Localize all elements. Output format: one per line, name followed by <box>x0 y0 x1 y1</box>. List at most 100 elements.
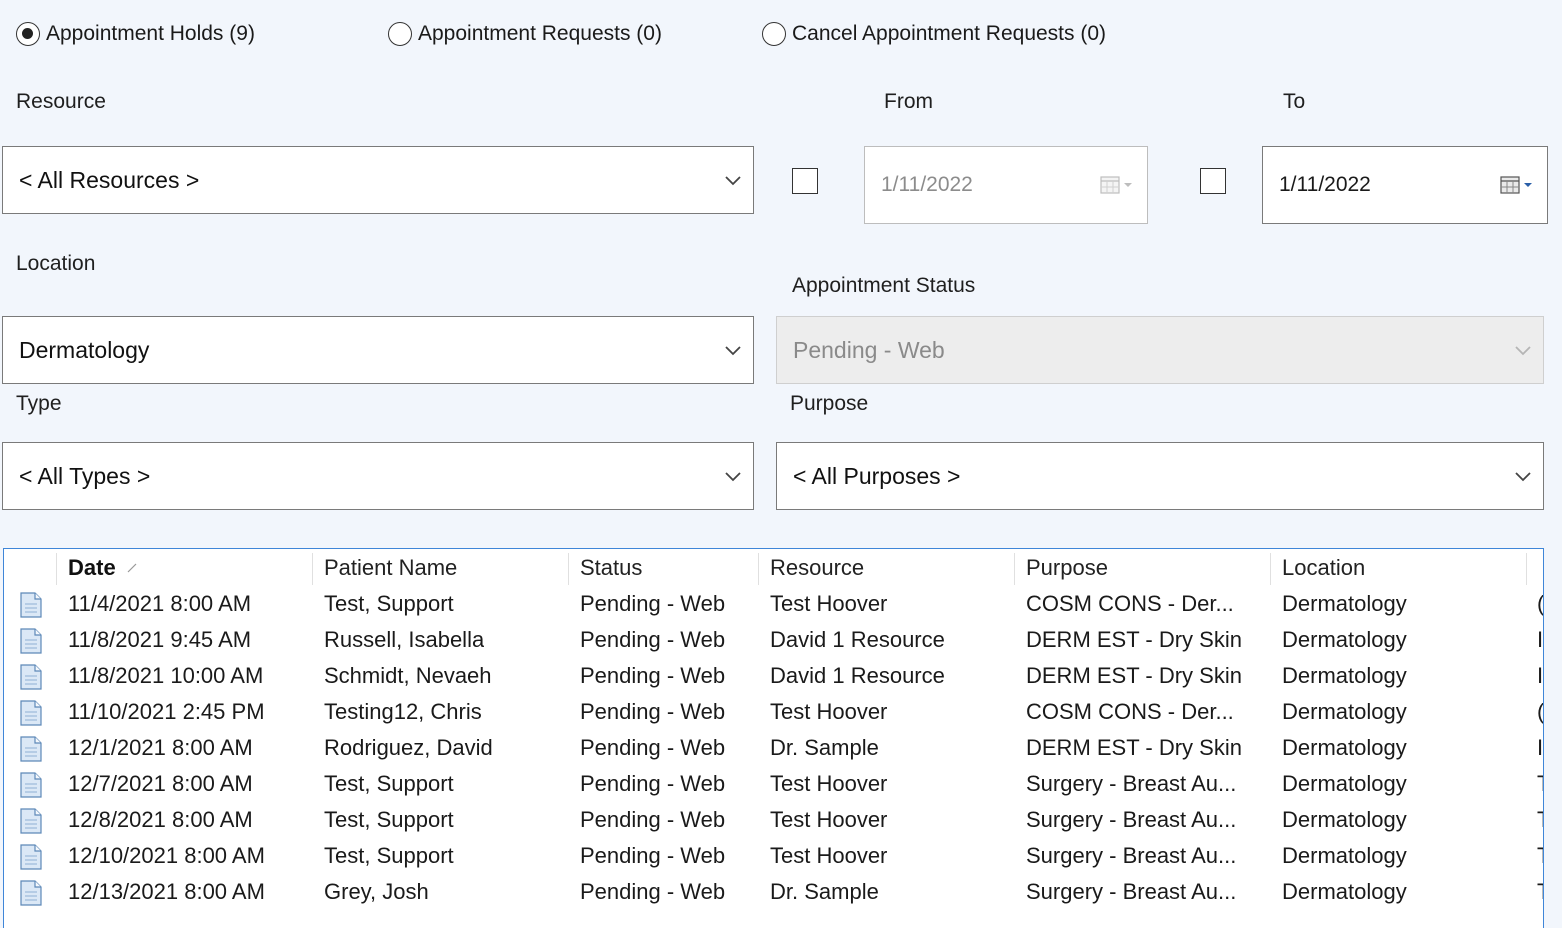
cell-status: Pending - Web <box>580 879 726 904</box>
table-row[interactable]: 12/7/2021 8:00 AM Test, Support Pending - … <box>4 766 1543 802</box>
cell-resource: Test Hoover <box>770 591 888 616</box>
calendar-icon <box>1499 175 1535 195</box>
table-row[interactable]: 11/8/2021 10:00 AM Schmidt, Nevaeh Pending… <box>4 658 1543 694</box>
radio-appointment-requests[interactable]: Appointment Requests (0) <box>388 19 662 49</box>
resource-dropdown[interactable]: < All Resources > <box>2 146 754 214</box>
column-header-label: Date <box>68 555 116 580</box>
column-header-label: Location <box>1282 555 1366 580</box>
cell-purpose: Surgery - Breast Au... <box>1026 771 1237 796</box>
column-header-resource[interactable]: Resource <box>758 549 1014 587</box>
table-row[interactable]: 11/10/2021 2:45 PM Testing12, Chris Pendin… <box>4 694 1543 730</box>
calendar-icon <box>1099 175 1135 195</box>
cell-patient-name: Russell, Isabella <box>324 627 485 652</box>
cell-date: 11/4/2021 8:00 AM <box>68 591 252 616</box>
location-label: Location <box>16 252 96 275</box>
column-header-date[interactable]: Date <box>56 549 312 587</box>
cell-date: 12/7/2021 8:00 AM <box>68 771 253 796</box>
document-icon <box>20 736 42 762</box>
sort-ascending-icon <box>127 563 137 573</box>
cell-patient-name: Test, Support <box>324 843 454 868</box>
chevron-down-icon <box>719 166 747 194</box>
cell-status: Pending - Web <box>580 807 726 832</box>
radio-appointment-holds[interactable]: Appointment Holds (9) <box>16 19 255 49</box>
cell-resource: David 1 Resource <box>770 663 945 688</box>
cell-date: 12/10/2021 8:00 AM <box>68 843 265 868</box>
cell-truncated: T <box>1537 766 1543 802</box>
cell-truncated: I <box>1537 735 1544 760</box>
cell-truncated: ( <box>1537 699 1544 724</box>
purpose-dropdown[interactable]: < All Purposes > <box>776 442 1544 510</box>
type-value: < All Types > <box>19 462 151 489</box>
cell-date: 12/8/2021 8:00 AM <box>68 807 253 832</box>
location-dropdown[interactable]: Dermatology <box>2 316 754 384</box>
radio-cancel-appointment-requests[interactable]: Cancel Appointment Requests (0) <box>762 19 1106 49</box>
from-date-picker[interactable]: 1/11/2022 <box>864 146 1148 224</box>
document-icon <box>20 628 42 654</box>
cell-truncated: T <box>1537 874 1543 910</box>
chevron-down-icon <box>719 462 747 490</box>
column-header-label: Resource <box>770 555 865 580</box>
cell-patient-name: Test, Support <box>324 771 454 796</box>
table-row[interactable]: 12/13/2021 8:00 AM Grey, Josh Pending - We… <box>4 874 1543 910</box>
cell-date: 11/8/2021 10:00 AM <box>68 663 264 688</box>
chevron-down-icon <box>1509 462 1537 490</box>
column-header-purpose[interactable]: Purpose <box>1014 549 1270 587</box>
cell-resource: Test Hoover <box>770 699 888 724</box>
cell-status: Pending - Web <box>580 735 726 760</box>
cell-truncated: ( <box>1537 591 1544 616</box>
column-header-patient-name[interactable]: Patient Name <box>312 549 568 587</box>
cell-truncated: I <box>1537 663 1544 688</box>
cell-location: Dermatology <box>1282 807 1407 832</box>
table-row[interactable]: 12/10/2021 8:00 AM Test, Support Pending -… <box>4 838 1543 874</box>
cell-location: Dermatology <box>1282 591 1407 616</box>
cell-status: Pending - Web <box>580 771 726 796</box>
document-icon <box>20 880 42 906</box>
appointment-status-value: Pending - Web <box>793 336 945 363</box>
radio-label: Appointment Requests (0) <box>418 22 662 45</box>
from-checkbox[interactable] <box>792 168 818 194</box>
cell-location: Dermatology <box>1282 735 1407 760</box>
cell-location: Dermatology <box>1282 699 1407 724</box>
to-date-value: 1/11/2022 <box>1279 173 1371 196</box>
type-label: Type <box>16 392 62 415</box>
table-row[interactable]: 11/8/2021 9:45 AM Russell, Isabella Pendin… <box>4 622 1543 658</box>
cell-patient-name: Grey, Josh <box>324 879 429 904</box>
document-icon <box>20 772 42 798</box>
appointments-grid[interactable]: Date Patient Name Status Resource Purpos… <box>3 548 1544 928</box>
column-header-label: Patient Name <box>324 555 458 580</box>
cell-date: 11/8/2021 9:45 AM <box>68 627 252 652</box>
table-row[interactable]: 12/8/2021 8:00 AM Test, Support Pending - … <box>4 802 1543 838</box>
cell-purpose: DERM EST - Dry Skin <box>1026 735 1242 760</box>
document-icon <box>20 844 42 870</box>
cell-status: Pending - Web <box>580 591 726 616</box>
cell-location: Dermatology <box>1282 663 1407 688</box>
table-row[interactable]: 12/1/2021 8:00 AM Rodriguez, David Pending… <box>4 730 1543 766</box>
cell-purpose: DERM EST - Dry Skin <box>1026 627 1242 652</box>
radio-circle-icon <box>762 22 786 46</box>
appointment-status-dropdown[interactable]: Pending - Web <box>776 316 1544 384</box>
cell-location: Dermatology <box>1282 843 1407 868</box>
document-icon <box>20 808 42 834</box>
column-header-label: Purpose <box>1026 555 1108 580</box>
cell-purpose: Surgery - Breast Au... <box>1026 807 1237 832</box>
document-icon <box>20 592 42 618</box>
from-date-value: 1/11/2022 <box>881 173 973 196</box>
to-label: To <box>1283 90 1306 113</box>
to-date-picker[interactable]: 1/11/2022 <box>1262 146 1548 224</box>
cell-patient-name: Rodriguez, David <box>324 735 493 760</box>
column-header-location[interactable]: Location <box>1270 549 1526 587</box>
table-row[interactable]: 11/4/2021 8:00 AM Test, Support Pending - … <box>4 586 1543 622</box>
cell-purpose: Surgery - Breast Au... <box>1026 843 1237 868</box>
type-dropdown[interactable]: < All Types > <box>2 442 754 510</box>
resource-value: < All Resources > <box>19 166 200 193</box>
chevron-down-icon <box>719 336 747 364</box>
column-header-status[interactable]: Status <box>568 549 758 587</box>
to-checkbox[interactable] <box>1200 168 1226 194</box>
cell-location: Dermatology <box>1282 627 1407 652</box>
purpose-label: Purpose <box>790 392 869 415</box>
document-icon <box>20 700 42 726</box>
cell-purpose: DERM EST - Dry Skin <box>1026 663 1242 688</box>
cell-resource: Dr. Sample <box>770 879 879 904</box>
cell-purpose: Surgery - Breast Au... <box>1026 879 1237 904</box>
cell-resource: Test Hoover <box>770 843 888 868</box>
